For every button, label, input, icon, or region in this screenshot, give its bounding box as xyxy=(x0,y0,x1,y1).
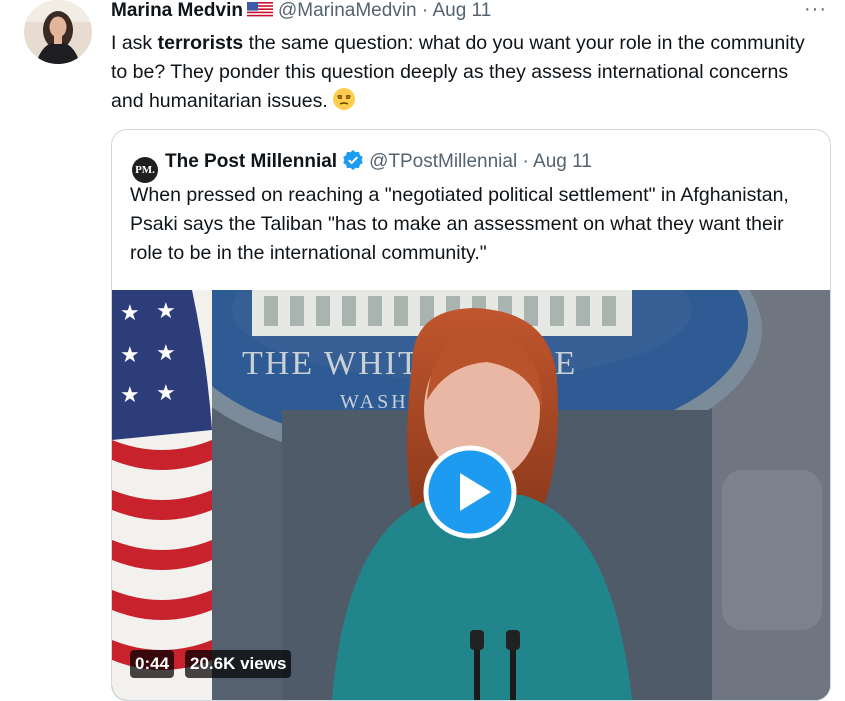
unamused-face-emoji xyxy=(332,87,356,120)
quoted-author-handle[interactable]: @TPostMillennial xyxy=(369,151,517,172)
svg-text:★: ★ xyxy=(156,340,176,365)
quoted-author-name[interactable]: The Post Millennial xyxy=(165,151,337,172)
meta-separator: · xyxy=(417,0,433,21)
quoted-tweet[interactable]: PM. The Post Millennial @TPostMillennial … xyxy=(111,129,831,701)
quoted-author-avatar[interactable]: PM. xyxy=(132,157,158,183)
more-options-button[interactable]: ··· xyxy=(804,0,827,21)
svg-text:★: ★ xyxy=(120,342,140,367)
quoted-meta-separator: · xyxy=(517,151,533,172)
tweet-header: Marina Medvin @MarinaMedvin · Aug 11 xyxy=(111,0,491,22)
us-flag-icon xyxy=(246,2,273,24)
play-icon xyxy=(423,445,517,539)
video-player[interactable]: THE WHITE HOUSE WASHINGTON ★★ ★★ ★★ xyxy=(112,290,830,700)
tweet-date[interactable]: Aug 11 xyxy=(432,0,491,21)
video-duration: 0:44 xyxy=(130,650,175,678)
svg-text:★: ★ xyxy=(156,298,176,323)
svg-text:★: ★ xyxy=(120,382,140,407)
author-name[interactable]: Marina Medvin xyxy=(111,0,243,21)
tweet-text-bold: terrorists xyxy=(157,32,244,54)
separator-dot: · xyxy=(522,151,529,172)
author-handle[interactable]: @MarinaMedvin xyxy=(278,0,417,21)
tweet-text-part: I ask xyxy=(111,32,158,54)
separator-dot: · xyxy=(421,0,429,21)
play-button[interactable] xyxy=(423,445,517,539)
svg-text:★: ★ xyxy=(156,380,176,405)
avatar[interactable] xyxy=(24,0,92,64)
quoted-tweet-date[interactable]: Aug 11 xyxy=(533,151,592,172)
verified-badge-icon xyxy=(342,149,364,179)
avatar-image xyxy=(24,0,92,64)
svg-text:★: ★ xyxy=(120,300,140,325)
quoted-tweet-text: When pressed on reaching a "negotiated p… xyxy=(130,184,789,264)
video-views: 20.6K views xyxy=(185,650,292,678)
quoted-tweet-header: PM. The Post Millennial @TPostMillennial … xyxy=(132,149,592,183)
tweet-text: I ask terrorists the same question: what… xyxy=(111,29,811,120)
